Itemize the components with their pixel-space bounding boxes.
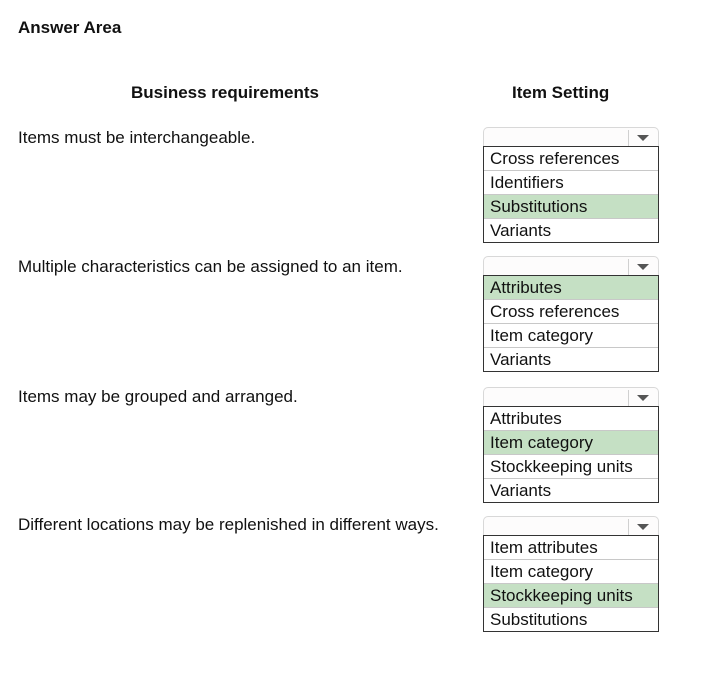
item-setting-dropdown[interactable]: Attributes Item category Stockkeeping un…: [483, 387, 659, 503]
dropdown-option-selected[interactable]: Item category: [484, 431, 658, 455]
chevron-down-icon[interactable]: [637, 264, 649, 270]
item-setting-dropdown[interactable]: Item attributes Item category Stockkeepi…: [483, 516, 659, 632]
dropdown-separator: [628, 130, 629, 146]
dropdown-options: Cross references Identifiers Substitutio…: [483, 146, 659, 243]
dropdown-option[interactable]: Cross references: [484, 300, 658, 324]
chevron-down-icon[interactable]: [637, 524, 649, 530]
dropdown-option[interactable]: Variants: [484, 219, 658, 242]
dropdown-option[interactable]: Attributes: [484, 407, 658, 431]
dropdown-options: Attributes Cross references Item categor…: [483, 275, 659, 372]
dropdown-option[interactable]: Variants: [484, 479, 658, 502]
item-setting-dropdown[interactable]: Cross references Identifiers Substitutio…: [483, 127, 659, 243]
item-setting-dropdown[interactable]: Attributes Cross references Item categor…: [483, 256, 659, 372]
dropdown-options: Attributes Item category Stockkeeping un…: [483, 406, 659, 503]
dropdown-option-selected[interactable]: Stockkeeping units: [484, 584, 658, 608]
dropdown-option[interactable]: Item attributes: [484, 536, 658, 560]
dropdown-option[interactable]: Variants: [484, 348, 658, 371]
requirement-text: Different locations may be replenished i…: [18, 515, 439, 534]
requirement-text: Items may be grouped and arranged.: [18, 387, 298, 406]
item-setting-header: Item Setting: [512, 83, 610, 102]
dropdown-header[interactable]: [483, 256, 659, 275]
dropdown-option[interactable]: Identifiers: [484, 171, 658, 195]
dropdown-header[interactable]: [483, 127, 659, 146]
chevron-down-icon[interactable]: [637, 395, 649, 401]
dropdown-header[interactable]: [483, 516, 659, 535]
dropdown-option[interactable]: Stockkeeping units: [484, 455, 658, 479]
business-requirements-header: Business requirements: [131, 83, 320, 102]
dropdown-option-selected[interactable]: Attributes: [484, 276, 658, 300]
dropdown-options: Item attributes Item category Stockkeepi…: [483, 535, 659, 632]
dropdown-option[interactable]: Substitutions: [484, 608, 658, 631]
dropdown-option[interactable]: Cross references: [484, 147, 658, 171]
dropdown-separator: [628, 390, 629, 406]
dropdown-separator: [628, 259, 629, 275]
answer-area-title: Answer Area: [18, 18, 122, 37]
chevron-down-icon[interactable]: [637, 135, 649, 141]
dropdown-option[interactable]: Item category: [484, 324, 658, 348]
requirement-text: Items must be interchangeable.: [18, 128, 256, 147]
dropdown-separator: [628, 519, 629, 535]
dropdown-option[interactable]: Item category: [484, 560, 658, 584]
dropdown-header[interactable]: [483, 387, 659, 406]
requirement-text: Multiple characteristics can be assigned…: [18, 257, 403, 276]
dropdown-option-selected[interactable]: Substitutions: [484, 195, 658, 219]
